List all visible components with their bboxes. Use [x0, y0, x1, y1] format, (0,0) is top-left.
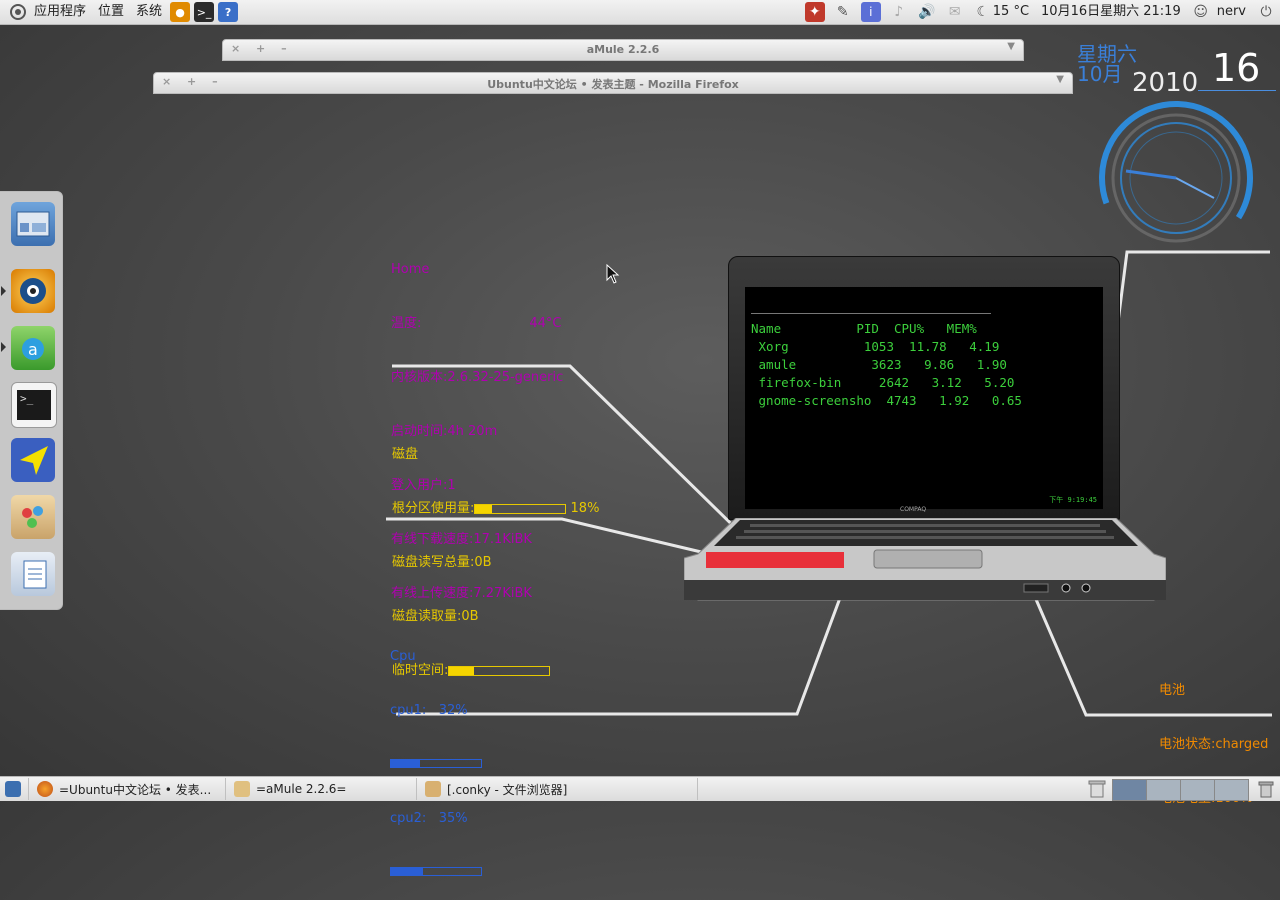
analog-clock	[1099, 101, 1253, 255]
laptop-brand: COMPAQ	[900, 506, 927, 513]
battery-title: 电池	[1159, 683, 1186, 698]
folder-icon	[425, 781, 441, 797]
taskbar-file-browser[interactable]: [.conky - 文件浏览器]	[417, 778, 698, 800]
taskbar-firefox-label: =Ubuntu中文论坛 • 发表...	[59, 782, 212, 797]
process-row: Xorg 1053 11.78 4.19	[751, 339, 1000, 354]
battery-state: 电池状态:charged	[1159, 737, 1269, 752]
process-header: Name PID CPU% MEM%	[751, 321, 977, 336]
laptop-base	[684, 518, 1166, 601]
taskbar-firefox[interactable]: =Ubuntu中文论坛 • 发表...	[29, 778, 226, 800]
cpu2-row: cpu2: 35%	[390, 810, 482, 828]
cpu2-fill	[391, 868, 423, 875]
screen-divider	[751, 313, 991, 314]
cpu1-value: 32%	[438, 703, 468, 718]
workspace-2[interactable]	[1146, 779, 1181, 801]
cpu1-label: cpu1:	[390, 703, 427, 718]
root-usage-row: 根分区使用量: 18%	[392, 500, 599, 518]
disk-rw-total: 磁盘读写总量:0B	[392, 555, 492, 570]
screen-clock: 下午 9:19:45	[1049, 496, 1097, 504]
cpu1-fill	[391, 760, 420, 767]
workspace-4[interactable]	[1214, 779, 1249, 801]
workspace-3[interactable]	[1180, 779, 1215, 801]
laptop-screen-bezel: Name PID CPU% MEM% Xorg 1053 11.78 4.19 …	[728, 256, 1120, 520]
disk-title: 磁盘	[392, 447, 419, 462]
cpu1-row: cpu1: 32%	[390, 702, 482, 720]
cpu2-bar	[390, 867, 482, 876]
cpu2-label: cpu2:	[390, 811, 427, 826]
temperature-label: 温度:	[391, 316, 422, 331]
clock-day: 16	[1212, 46, 1261, 90]
amule-icon	[234, 781, 250, 797]
root-usage-label: 根分区使用量:	[392, 501, 475, 516]
process-row: gnome-screensho 4743 1.92 0.65	[751, 393, 1022, 408]
temperature-row: 温度: 44°C	[391, 315, 563, 333]
process-row: firefox-bin 2642 3.12 5.20	[751, 375, 1015, 390]
root-usage-percent: 18%	[570, 501, 600, 516]
laptop-image: Name PID CPU% MEM% Xorg 1053 11.78 4.19 …	[680, 256, 1170, 604]
taskbar-amule[interactable]: =aMule 2.2.6=	[226, 778, 417, 800]
root-usage-bar	[474, 503, 567, 514]
cpu1-bar	[390, 759, 482, 768]
taskbar-amule-label: =aMule 2.2.6=	[256, 782, 347, 796]
trash-applet-icon[interactable]	[1256, 779, 1276, 799]
show-desktop-icon	[5, 781, 21, 797]
cpu-title: Cpu	[390, 649, 416, 664]
laptop-screen: Name PID CPU% MEM% Xorg 1053 11.78 4.19 …	[745, 287, 1103, 509]
temperature-value: 44°C	[529, 316, 562, 331]
show-desktop-button[interactable]	[0, 778, 29, 800]
mouse-cursor-icon	[606, 264, 620, 284]
home-title: Home	[391, 262, 430, 277]
trash-icon[interactable]	[1086, 779, 1108, 799]
firefox-icon	[37, 781, 53, 797]
clock-underline	[1198, 90, 1276, 91]
taskbar-file-browser-label: [.conky - 文件浏览器]	[447, 782, 568, 797]
kernel-version: 内核版本:2.6.32-25-generic	[391, 370, 564, 385]
bottom-panel: =Ubuntu中文论坛 • 发表... =aMule 2.2.6= [.conk…	[0, 776, 1280, 801]
cpu2-value: 35%	[438, 811, 468, 826]
root-usage-fill	[475, 504, 492, 513]
process-row: amule 3623 9.86 1.90	[751, 357, 1007, 372]
clock-year: 2010	[1132, 68, 1199, 98]
workspace-1[interactable]	[1112, 779, 1147, 801]
conky-cpu-panel: Cpu cpu1: 32% cpu2: 35%	[390, 612, 482, 900]
clock-month: 10月	[1077, 62, 1123, 86]
